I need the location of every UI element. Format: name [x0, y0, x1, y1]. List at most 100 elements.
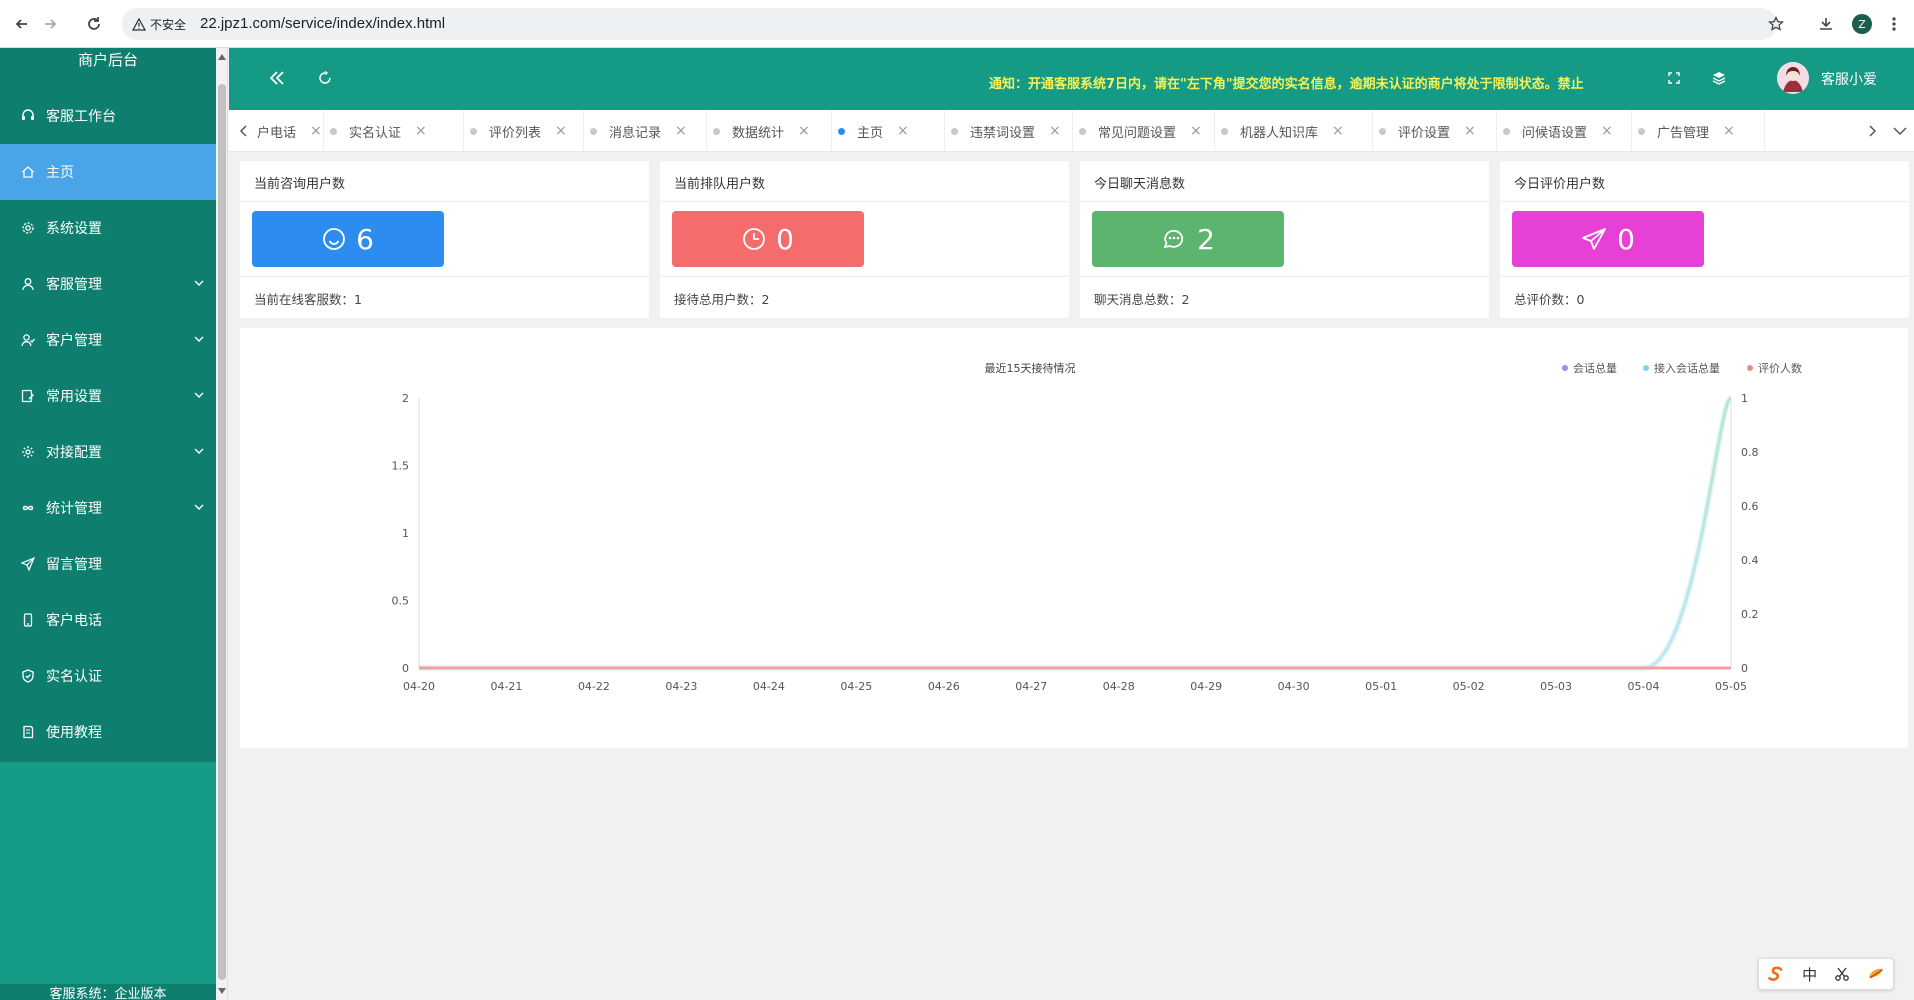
back-button[interactable]	[8, 10, 36, 38]
tab-status-dot	[1503, 127, 1510, 135]
reload-icon	[88, 17, 100, 30]
sidebar-item-5[interactable]: 常用设置	[0, 368, 216, 424]
legend-label: 评价人数	[1758, 362, 1802, 375]
x-tick-label: 04-22	[578, 680, 610, 693]
url-text[interactable]: 22.jpz1.com/service/index/index.html	[200, 15, 445, 32]
security-indicator[interactable]: 不安全	[132, 16, 186, 33]
x-tick-label: 04-25	[840, 680, 872, 693]
download-button[interactable]	[1812, 10, 1840, 38]
tabs-scroll-left-button[interactable]	[229, 110, 257, 151]
tab-10[interactable]: 问候语设置 ×	[1497, 110, 1632, 151]
sidebar-scrollbar[interactable]	[216, 48, 228, 1000]
x-tick-label: 05-05	[1715, 680, 1747, 693]
close-icon[interactable]: ×	[1723, 123, 1735, 139]
user-icon	[20, 276, 36, 292]
sidebar-item-7[interactable]: 统计管理	[0, 480, 216, 536]
tab-4[interactable]: 数据统计 ×	[707, 110, 832, 151]
theme-button[interactable]	[1707, 66, 1731, 90]
close-icon[interactable]: ×	[415, 123, 427, 139]
layers-icon	[1712, 72, 1726, 85]
user-name[interactable]: 客服小爱	[1821, 69, 1877, 89]
tabs-bar: 户电话 × 实名认证 × 评价列表 × 消息记录 × 数据统计 × 主页 × 违禁词设置 × 常见问题设置 ×…	[229, 110, 1914, 152]
close-icon[interactable]: ×	[1190, 123, 1202, 139]
sidebar-footer: 客服系统：企业版本	[0, 984, 216, 1000]
user-avatar[interactable]	[1777, 62, 1809, 94]
close-icon[interactable]: ×	[1332, 123, 1344, 139]
tab-label: 评价设置	[1398, 125, 1451, 141]
close-icon[interactable]: ×	[798, 123, 810, 139]
ime-toolbar[interactable]: 中	[1758, 958, 1894, 990]
sidebar-item-6[interactable]: 对接配置	[0, 424, 216, 480]
tab-1[interactable]: 实名认证 ×	[324, 110, 464, 151]
forward-button[interactable]	[36, 10, 64, 38]
arrow-left-icon	[15, 19, 27, 29]
stat-card-footer: 接待总用户数：2	[674, 292, 770, 307]
browser-menu-button[interactable]	[1882, 10, 1906, 38]
series-line-1	[419, 395, 1734, 672]
tab-label: 广告管理	[1657, 125, 1710, 141]
stat-value: 2	[1197, 222, 1215, 256]
tab-7[interactable]: 常见问题设置 ×	[1073, 110, 1215, 151]
collapse-sidebar-button[interactable]	[265, 66, 289, 90]
x-tick-label: 04-27	[1015, 680, 1047, 693]
tab-status-dot	[1221, 127, 1228, 135]
scroll-down-arrow-icon[interactable]	[218, 986, 226, 996]
bookmark-button[interactable]	[1762, 10, 1790, 38]
refresh-button[interactable]	[313, 66, 337, 90]
y-tick-label-left: 0	[402, 662, 409, 675]
tab-6[interactable]: 违禁词设置 ×	[945, 110, 1073, 151]
sidebar-item-8[interactable]: 留言管理	[0, 536, 216, 592]
sidebar-item-10[interactable]: 实名认证	[0, 648, 216, 704]
close-icon[interactable]: ×	[897, 123, 909, 139]
x-tick-label: 04-24	[753, 680, 785, 693]
fullscreen-button[interactable]	[1662, 66, 1686, 90]
sidebar-item-2[interactable]: 系统设置	[0, 200, 216, 256]
legend-swatch	[1747, 365, 1753, 371]
close-icon[interactable]: ×	[555, 123, 567, 139]
close-icon[interactable]: ×	[310, 123, 322, 139]
close-icon[interactable]: ×	[1464, 123, 1476, 139]
sidebar-item-label: 客户电话	[46, 613, 102, 629]
tab-3[interactable]: 消息记录 ×	[584, 110, 707, 151]
tab-2[interactable]: 评价列表 ×	[464, 110, 584, 151]
divider	[1500, 276, 1909, 277]
tabs-scroll-right-button[interactable]	[1859, 110, 1887, 151]
sidebar-item-label: 客服管理	[46, 277, 102, 293]
sidebar-item-9[interactable]: 客户电话	[0, 592, 216, 648]
tab-11[interactable]: 广告管理 ×	[1632, 110, 1765, 151]
tab-status-dot	[1638, 127, 1645, 135]
sidebar-item-label: 对接配置	[46, 445, 102, 461]
sidebar-item-label: 统计管理	[46, 501, 102, 517]
ime-language-toggle[interactable]: 中	[1802, 964, 1817, 985]
reload-button[interactable]	[80, 10, 108, 38]
close-icon[interactable]: ×	[1049, 123, 1061, 139]
tab-5[interactable]: 主页 ×	[832, 110, 945, 151]
chevron-left-icon	[239, 125, 247, 137]
scroll-up-arrow-icon[interactable]	[218, 52, 226, 62]
tab-status-dot	[590, 127, 597, 135]
sidebar-item-4[interactable]: 客户管理	[0, 312, 216, 368]
address-bar[interactable]: 不安全 22.jpz1.com/service/index/index.html	[122, 8, 1777, 40]
sidebar-item-1[interactable]: 主页	[0, 144, 216, 200]
sidebar-item-0[interactable]: 客服工作台	[0, 88, 216, 144]
sidebar-item-11[interactable]: 使用教程	[0, 704, 216, 760]
skin-icon[interactable]	[1867, 966, 1885, 982]
close-icon[interactable]: ×	[1601, 123, 1613, 139]
x-tick-label: 05-02	[1453, 680, 1485, 693]
tab-9[interactable]: 评价设置 ×	[1373, 110, 1497, 151]
fullscreen-icon	[1668, 72, 1680, 84]
stat-card-0: 当前咨询用户数 6 当前在线客服数：1	[240, 161, 649, 318]
scissors-icon[interactable]	[1834, 966, 1850, 982]
sidebar-item-3[interactable]: 客服管理	[0, 256, 216, 312]
profile-avatar[interactable]: Z	[1852, 14, 1872, 34]
scrollbar-thumb[interactable]	[218, 84, 226, 980]
sidebar-menu: 客服工作台 主页系统设置客服管理客户管理 常用设置对接配置统计管理留言管理客户电话实…	[0, 88, 216, 762]
x-tick-label: 05-03	[1540, 680, 1572, 693]
close-icon[interactable]: ×	[675, 123, 687, 139]
tab-8[interactable]: 机器人知识库 ×	[1215, 110, 1373, 151]
tab-0[interactable]: 户电话 ×	[257, 110, 324, 151]
stat-value-badge: 2	[1092, 211, 1284, 267]
sidebar-item-label: 系统设置	[46, 221, 102, 237]
stat-card-3: 今日评价用户数 0 总评价数：0	[1500, 161, 1909, 318]
tabs-menu-button[interactable]	[1886, 110, 1914, 151]
